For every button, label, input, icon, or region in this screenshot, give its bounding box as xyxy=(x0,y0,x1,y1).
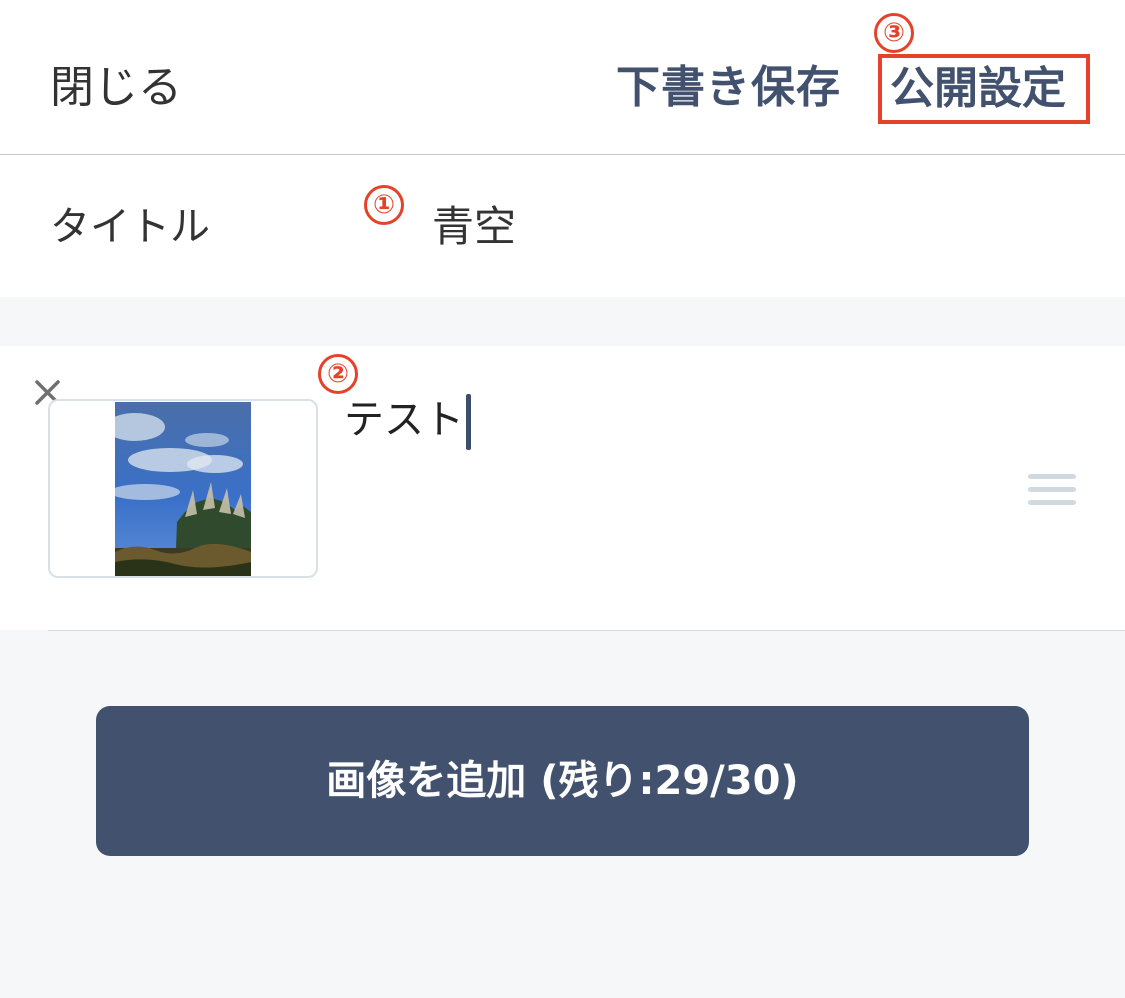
title-input[interactable]: 青空 xyxy=(432,201,516,253)
image-item-row: ② テスト xyxy=(0,346,1125,630)
caption-input[interactable]: テスト xyxy=(344,394,471,450)
annotation-marker-1: ① xyxy=(364,185,404,225)
image-thumbnail[interactable] xyxy=(48,399,318,578)
add-image-button[interactable]: 画像を追加 (残り:29/30) xyxy=(96,706,1029,856)
publish-settings-highlight[interactable]: 公開設定 xyxy=(878,54,1090,124)
title-label: タイトル xyxy=(50,204,210,250)
caption-text: テスト xyxy=(344,397,464,443)
save-draft-button[interactable]: 下書き保存 xyxy=(616,60,841,116)
item-divider xyxy=(48,630,1125,631)
sky-photo xyxy=(115,402,251,576)
annotation-marker-2: ② xyxy=(318,354,358,394)
text-cursor xyxy=(466,394,471,450)
publish-settings-button[interactable]: 公開設定 xyxy=(890,61,1066,117)
drag-handle-icon[interactable] xyxy=(1028,474,1076,506)
annotation-marker-3: ③ xyxy=(874,13,914,53)
header-bar: 閉じる 下書き保存 ③ 公開設定 xyxy=(0,0,1125,155)
title-row: タイトル ① 青空 xyxy=(0,155,1125,297)
close-button[interactable]: 閉じる xyxy=(50,60,182,116)
